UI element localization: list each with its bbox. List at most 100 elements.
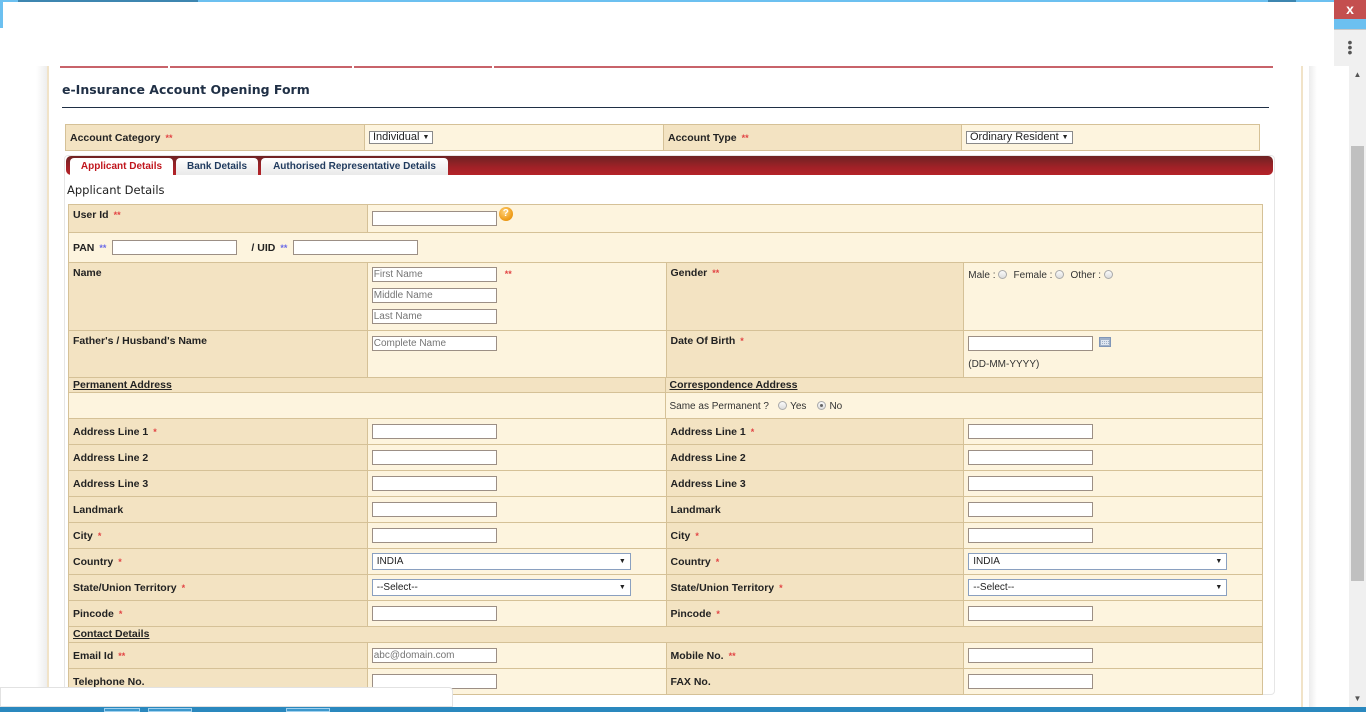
- vertical-scrollbar[interactable]: ▲ ▼: [1349, 66, 1366, 707]
- corr-state-label-cell: State/Union Territory *: [666, 575, 965, 600]
- scrollbar-thumb[interactable]: [1351, 146, 1364, 581]
- correspondence-address-heading-cell: Correspondence Address: [665, 378, 1263, 392]
- perm-field-label-cell: Address Line 1 *: [69, 419, 368, 444]
- email-label: Email Id: [73, 650, 114, 662]
- required-marker: *: [779, 583, 783, 593]
- name-label: Name: [73, 267, 102, 279]
- perm-address-line-3-label: Address Line 3: [73, 478, 149, 490]
- dob-value-cell: (DD-MM-YYYY): [964, 331, 1263, 377]
- nav-underline: [60, 66, 1273, 68]
- account-type-value: Ordinary Resident: [970, 131, 1059, 143]
- perm-country-label-cell: Country *: [69, 549, 368, 574]
- gender-male-radio[interactable]: [998, 270, 1008, 279]
- required-marker: *: [716, 609, 720, 619]
- taskbar-button[interactable]: [286, 708, 330, 712]
- middle-name-input[interactable]: [371, 288, 497, 303]
- dropdown-arrow-icon: ▼: [422, 134, 430, 141]
- corr-field-value-cell: [964, 523, 1263, 548]
- corr-country-label: Country: [670, 556, 711, 568]
- father-name-label-cell: Father's / Husband's Name: [69, 331, 368, 377]
- corr-city-input[interactable]: [968, 528, 1094, 543]
- help-icon[interactable]: ?: [498, 207, 513, 221]
- corr-country-select[interactable]: INDIA ▼: [968, 553, 1228, 570]
- correspondence-address-heading: Correspondence Address: [669, 379, 798, 391]
- account-category-value: Individual: [373, 131, 420, 143]
- gender-other-radio[interactable]: [1104, 270, 1114, 279]
- perm-city-input[interactable]: [371, 528, 497, 543]
- perm-address-line-1-input[interactable]: [371, 424, 497, 439]
- same-no-radio[interactable]: [817, 401, 827, 410]
- account-type-select[interactable]: Ordinary Resident ▼: [966, 131, 1073, 144]
- dropdown-arrow-icon: ▼: [1215, 558, 1223, 565]
- corr-country-label-cell: Country *: [666, 549, 965, 574]
- menu-button[interactable]: • • •: [1334, 29, 1366, 66]
- perm-address-line-2-input[interactable]: [371, 450, 497, 465]
- city-row: City * City *: [69, 523, 1263, 549]
- corr-address-line-2-input[interactable]: [968, 450, 1094, 465]
- fax-input[interactable]: [968, 674, 1094, 689]
- required-marker: **: [728, 651, 736, 661]
- account-category-label-cell: Account Category **: [66, 125, 365, 150]
- pan-input[interactable]: [112, 240, 238, 255]
- corr-field-label-cell: City *: [666, 523, 965, 548]
- perm-state-value-cell: --Select-- ▼: [367, 575, 667, 600]
- page-shadow-right: [1309, 66, 1317, 712]
- page-title: e-Insurance Account Opening Form: [62, 82, 310, 97]
- perm-state-select[interactable]: --Select-- ▼: [371, 579, 631, 596]
- first-name-input[interactable]: [371, 267, 497, 282]
- same-no-label: No: [829, 401, 843, 412]
- account-category-select[interactable]: Individual ▼: [369, 131, 434, 144]
- scroll-up-arrow-icon[interactable]: ▲: [1349, 70, 1366, 79]
- user-id-input[interactable]: [371, 211, 497, 226]
- dob-input[interactable]: [968, 336, 1094, 351]
- perm-address-line-3-input[interactable]: [371, 476, 497, 491]
- perm-landmark-input[interactable]: [371, 502, 497, 517]
- tab-bank-details[interactable]: Bank Details: [176, 158, 258, 175]
- scroll-down-arrow-icon[interactable]: ▼: [1349, 694, 1366, 703]
- gender-label-cell: Gender **: [666, 263, 965, 330]
- name-label-cell: Name: [69, 263, 368, 330]
- mobile-input[interactable]: [968, 648, 1094, 663]
- corr-address-line-1-input[interactable]: [968, 424, 1094, 439]
- perm-state-value: --Select--: [376, 582, 418, 593]
- nav-divider: [352, 66, 354, 68]
- father-name-input[interactable]: [371, 336, 497, 351]
- corr-pincode-label-cell: Pincode *: [666, 601, 965, 626]
- taskbar-button[interactable]: [148, 708, 192, 712]
- corr-country-value: INDIA: [973, 556, 1000, 567]
- corr-landmark-input[interactable]: [968, 502, 1094, 517]
- tab-applicant-details[interactable]: Applicant Details: [70, 158, 173, 175]
- title-bar-edge: [1334, 19, 1366, 29]
- address-line-2-row: Address Line 2 Address Line 2: [69, 445, 1263, 471]
- user-id-label-cell: User Id **: [69, 205, 368, 232]
- same-as-permanent-cell: Same as Permanent ? Yes No: [665, 393, 1263, 418]
- page-border-right: [1301, 66, 1303, 712]
- email-input[interactable]: [371, 648, 497, 663]
- corr-field-value-cell: [964, 419, 1263, 444]
- corr-field-label-cell: Address Line 2: [666, 445, 965, 470]
- corr-state-select[interactable]: --Select-- ▼: [968, 579, 1228, 596]
- required-marker: *: [181, 583, 186, 593]
- corr-address-line-3-input[interactable]: [968, 476, 1094, 491]
- last-name-input[interactable]: [371, 309, 497, 324]
- uid-input[interactable]: [293, 240, 419, 255]
- perm-field-value-cell: [367, 445, 667, 470]
- fax-value-cell: [964, 669, 1263, 694]
- same-yes-radio[interactable]: [778, 401, 788, 410]
- perm-pincode-input[interactable]: [371, 606, 497, 621]
- contact-heading-cell: Contact Details: [69, 627, 1263, 642]
- calendar-icon[interactable]: [1099, 337, 1112, 347]
- perm-pincode-label: Pincode: [73, 608, 114, 620]
- corr-pincode-input[interactable]: [968, 606, 1094, 621]
- gender-value-cell: Male : Female : Other :: [964, 263, 1263, 330]
- required-marker: *: [750, 427, 755, 437]
- tab-authorised-representative-details[interactable]: Authorised Representative Details: [261, 158, 448, 175]
- taskbar-button[interactable]: [104, 708, 140, 712]
- name-gender-row: Name ** Gender ** Male : Female : Other :: [69, 263, 1263, 331]
- perm-field-value-cell: [367, 471, 667, 496]
- gender-male-label: Male :: [968, 270, 996, 281]
- close-button[interactable]: x: [1334, 0, 1366, 19]
- dropdown-arrow-icon: ▼: [1215, 584, 1223, 591]
- gender-female-radio[interactable]: [1055, 270, 1065, 279]
- perm-country-select[interactable]: INDIA ▼: [371, 553, 631, 570]
